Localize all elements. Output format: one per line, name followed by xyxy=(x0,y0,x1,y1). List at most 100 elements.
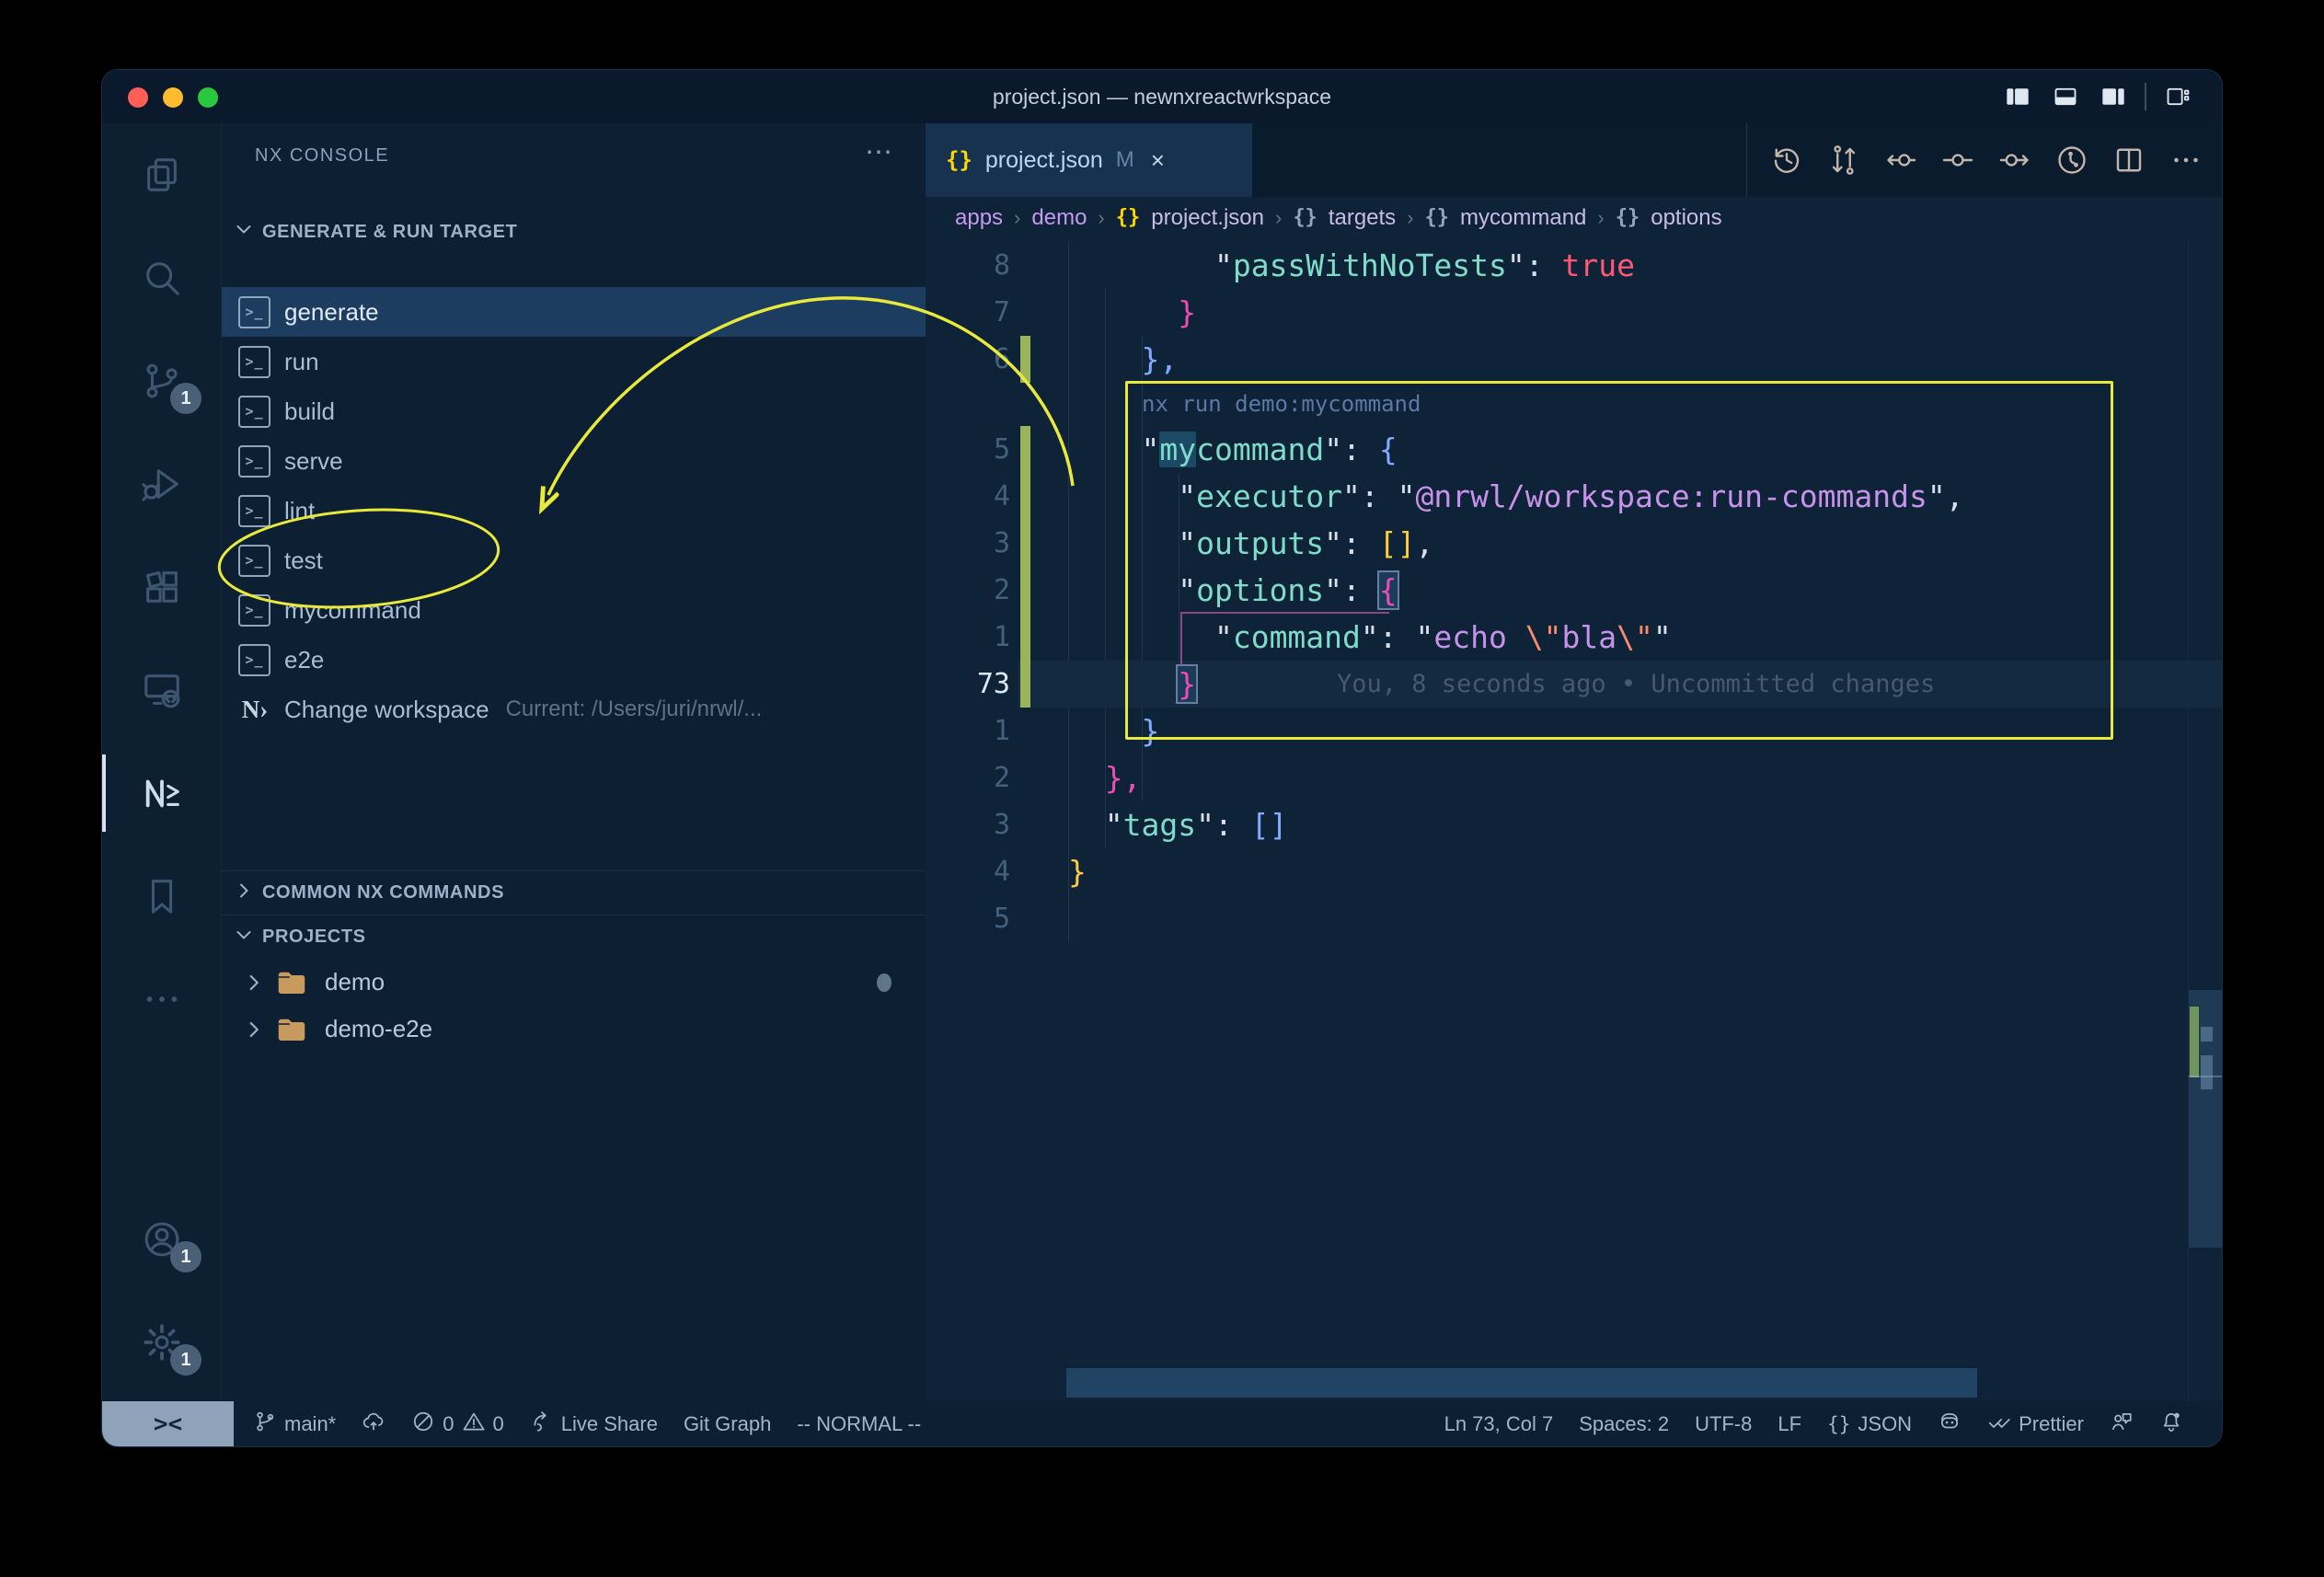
line-number: 2 xyxy=(926,567,1010,614)
layout-sidebar-right-icon[interactable] xyxy=(2097,82,2130,111)
change-workspace-item[interactable]: N›Change workspaceCurrent: /Users/juri/n… xyxy=(222,685,926,734)
target-item-build[interactable]: >_build xyxy=(222,386,926,436)
breadcrumb-item-options[interactable]: options xyxy=(1651,205,1721,231)
sidebar-title: NX CONSOLE xyxy=(255,145,389,167)
modified-indicator: M xyxy=(1116,147,1134,173)
breadcrumb-item-demo[interactable]: demo xyxy=(1031,205,1087,231)
activity-settings[interactable]: 1 xyxy=(102,1291,222,1394)
target-list: >_generate>_run>_build>_serve>_lint>_tes… xyxy=(222,287,926,734)
activity-remote-explorer[interactable] xyxy=(102,639,222,742)
project-item-demo[interactable]: demo xyxy=(222,959,926,1006)
double-check-icon xyxy=(1987,1410,2011,1439)
nx-logo-icon: N› xyxy=(235,696,275,724)
target-label: serve xyxy=(284,447,343,476)
activity-source-control[interactable]: 1 xyxy=(102,329,222,432)
codelens-run-command[interactable]: nx run demo:mycommand xyxy=(1142,383,1421,426)
code-line: 73 }You, 8 seconds ago • Uncommitted cha… xyxy=(926,661,2222,708)
status-prettier[interactable]: Prettier xyxy=(1974,1401,2097,1446)
tab-project-json[interactable]: {} project.json M × xyxy=(926,123,1253,197)
breadcrumb-item-mycommand[interactable]: mycommand xyxy=(1460,205,1586,231)
section-common-nx-commands[interactable]: COMMON NX COMMANDS xyxy=(222,870,926,915)
target-item-serve[interactable]: >_serve xyxy=(222,436,926,486)
status-git-graph[interactable]: Git Graph xyxy=(671,1401,784,1446)
target-item-run[interactable]: >_run xyxy=(222,337,926,386)
layout-sidebar-left-icon[interactable] xyxy=(2001,82,2034,111)
line-number: 5 xyxy=(926,426,1010,473)
line-number: 3 xyxy=(926,801,1010,848)
vertical-scrollbar[interactable] xyxy=(2188,238,2222,1401)
activity-bar: 1 11 xyxy=(102,123,222,1401)
previous-change-icon[interactable] xyxy=(1881,141,1920,179)
project-item-demo-e2e[interactable]: demo-e2e xyxy=(222,1006,926,1053)
change-icon[interactable] xyxy=(1939,141,1977,179)
commit-graph-icon[interactable] xyxy=(2053,141,2091,179)
json-file-icon: {} xyxy=(946,147,972,173)
activity-run-debug[interactable] xyxy=(102,432,222,535)
activity-search[interactable] xyxy=(102,226,222,329)
activity-more-views[interactable] xyxy=(102,948,222,1051)
cloud-upload-icon[interactable] xyxy=(349,1401,398,1446)
target-item-mycommand[interactable]: >_mycommand xyxy=(222,585,926,635)
status-lf[interactable]: LF xyxy=(1765,1401,1814,1446)
json-symbol-icon: {} xyxy=(1116,206,1141,229)
activity-account[interactable]: 1 xyxy=(102,1188,222,1291)
sidebar-more-actions-icon[interactable]: ⋯ xyxy=(865,136,894,168)
activity-explorer[interactable] xyxy=(102,123,222,226)
error-icon xyxy=(411,1410,435,1439)
remote-indicator[interactable]: >< xyxy=(102,1401,234,1446)
status-ln-73-col-7[interactable]: Ln 73, Col 7 xyxy=(1432,1401,1567,1446)
status-main[interactable]: main* xyxy=(240,1401,349,1446)
status-0[interactable]: 00 xyxy=(398,1401,517,1446)
code-editor[interactable]: 8 "passWithNoTests": true7 }6 },nx run d… xyxy=(926,238,2222,1401)
target-label: test xyxy=(284,547,323,575)
activity-extensions[interactable] xyxy=(102,535,222,639)
horizontal-scrollbar[interactable] xyxy=(1066,1368,1977,1398)
bell-icon[interactable] xyxy=(2146,1401,2196,1446)
breadcrumb-separator: › xyxy=(1014,206,1020,230)
modified-line-gutter-mark xyxy=(1020,567,1030,614)
code-line: 8 "passWithNoTests": true xyxy=(926,242,2222,289)
layout-customize-icon[interactable] xyxy=(2161,82,2194,111)
json-symbol-icon: {} xyxy=(1616,206,1640,229)
more-actions-icon[interactable] xyxy=(2167,141,2205,179)
status-spaces-2[interactable]: Spaces: 2 xyxy=(1566,1401,1682,1446)
chevron-down-icon xyxy=(233,924,255,951)
status-live-share[interactable]: Live Share xyxy=(517,1401,671,1446)
copilot-icon[interactable] xyxy=(1925,1401,1974,1446)
section-generate-run-target[interactable]: GENERATE & RUN TARGET xyxy=(222,210,926,254)
activity-bookmarks[interactable] xyxy=(102,845,222,948)
bell-icon xyxy=(2159,1410,2183,1439)
split-editor-icon[interactable] xyxy=(2110,141,2148,179)
target-item-test[interactable]: >_test xyxy=(222,535,926,585)
chevron-right-icon xyxy=(233,880,255,907)
section-projects[interactable]: PROJECTS xyxy=(222,915,926,959)
target-item-e2e[interactable]: >_e2e xyxy=(222,635,926,685)
code-line: 7 } xyxy=(926,289,2222,336)
layout-panel-icon[interactable] xyxy=(2049,82,2082,111)
status-normal[interactable]: -- NORMAL -- xyxy=(784,1401,934,1446)
history-icon[interactable] xyxy=(1767,141,1806,179)
breadcrumb-separator: › xyxy=(1597,206,1604,230)
code-line-text: } xyxy=(1068,848,1087,895)
activity-nx-console[interactable] xyxy=(102,742,222,845)
target-label: mycommand xyxy=(284,596,421,625)
window-title: project.json — newnxreactwrkspace xyxy=(102,70,2222,123)
breadcrumb-item-project.json[interactable]: project.json xyxy=(1151,205,1264,231)
status-json[interactable]: {}JSON xyxy=(1814,1401,1925,1446)
feedback-icon[interactable] xyxy=(2097,1401,2146,1446)
line-number: 1 xyxy=(926,614,1010,661)
chevron-right-icon[interactable] xyxy=(242,971,266,995)
target-item-lint[interactable]: >_lint xyxy=(222,486,926,535)
close-tab-icon[interactable]: × xyxy=(1151,146,1165,175)
compare-changes-icon[interactable] xyxy=(1824,141,1863,179)
braces-icon: {} xyxy=(1827,1412,1850,1436)
status-utf-8[interactable]: UTF-8 xyxy=(1682,1401,1765,1446)
target-item-generate[interactable]: >_generate xyxy=(222,287,926,337)
json-symbol-icon: {} xyxy=(1293,206,1317,229)
breadcrumb-item-apps[interactable]: apps xyxy=(955,205,1003,231)
overview-ruler-mark xyxy=(2201,1027,2213,1042)
next-change-icon[interactable] xyxy=(1996,141,2034,179)
chevron-right-icon[interactable] xyxy=(242,1018,266,1042)
breadcrumb-item-targets[interactable]: targets xyxy=(1329,205,1396,231)
terminal-target-icon: >_ xyxy=(238,346,270,378)
